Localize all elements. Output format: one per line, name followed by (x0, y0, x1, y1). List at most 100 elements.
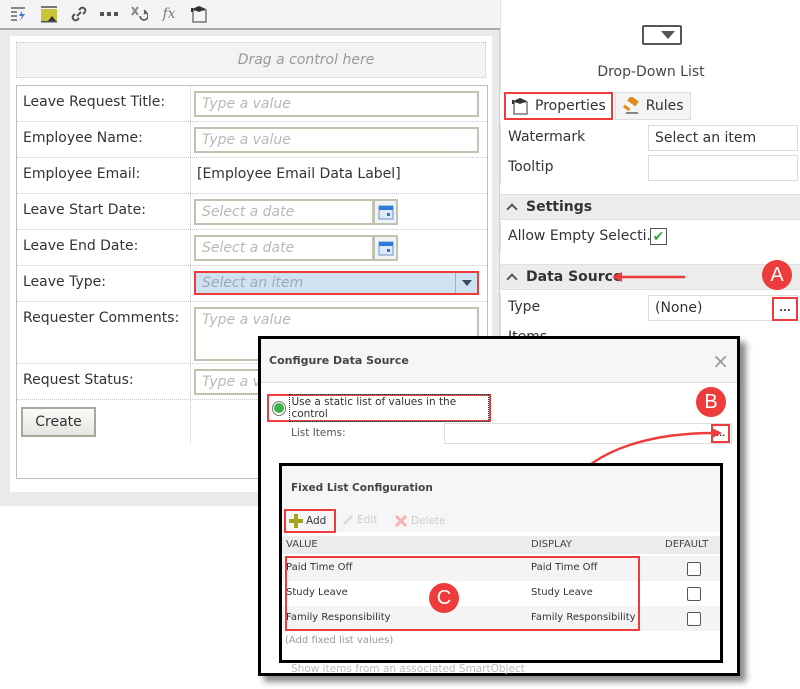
fixed-list-toolbar: Add Edit Delete (282, 504, 720, 533)
row-display: Study Leave (531, 587, 593, 598)
type-ellipsis-button[interactable]: ... (772, 297, 798, 321)
employee-name-input[interactable]: Type a value (194, 127, 479, 153)
section-title: Data Source (526, 269, 623, 285)
property-allow-empty-selection: Allow Empty Selecti... ✔ (500, 222, 800, 252)
field-label: Request Status: (23, 372, 134, 388)
static-list-radio[interactable] (272, 400, 287, 416)
table-lightning-icon[interactable] (8, 3, 30, 25)
row-value: Study Leave (286, 587, 348, 598)
field-label: Leave Start Date: (23, 202, 146, 218)
list-items-label: List Items: (291, 427, 346, 439)
default-checkbox[interactable] (687, 612, 701, 626)
row-value: Paid Time Off (286, 562, 353, 573)
tab-rules[interactable]: Rules (614, 92, 691, 120)
plus-icon (289, 514, 303, 528)
default-checkbox[interactable] (687, 587, 701, 601)
form-row-leave-end-date: Leave End Date: Select a date (17, 230, 487, 266)
annotation-badge-c: C (429, 583, 459, 613)
grid-body: Paid Time Off Paid Time Off Study Leave … (282, 554, 720, 632)
more-icon[interactable] (98, 3, 120, 25)
control-header: Drop-Down List (500, 0, 800, 92)
gavel-icon (622, 97, 639, 114)
calendar-icon[interactable] (374, 235, 398, 261)
column-header-default[interactable]: DEFAULT (665, 539, 708, 550)
tools-icon[interactable] (128, 3, 150, 25)
form-row-leave-start-date: Leave Start Date: Select a date (17, 194, 487, 230)
configure-data-source-dialog: Configure Data Source × Use a static lis… (258, 336, 740, 676)
section-title: Settings (526, 199, 593, 215)
leave-type-dropdown[interactable]: Select an item (194, 271, 479, 295)
add-button[interactable]: Add (284, 509, 336, 533)
property-label: Type (508, 299, 541, 315)
table-row[interactable]: Family Responsibility Family Responsibil… (282, 606, 720, 631)
tab-label: Rules (645, 98, 684, 114)
row-display: Paid Time Off (531, 562, 598, 573)
field-label: Employee Email: (23, 166, 141, 182)
add-label: Add (306, 515, 327, 527)
leave-end-date-input[interactable]: Select a date (194, 235, 374, 261)
edit-layout-icon[interactable] (38, 3, 60, 25)
row-display: Family Responsibility (531, 612, 636, 623)
create-button[interactable]: Create (21, 407, 96, 437)
property-label: Watermark (508, 129, 586, 145)
section-settings[interactable]: Settings (500, 194, 800, 220)
delete-x-icon (394, 514, 408, 528)
fixed-list-title: Fixed List Configuration (291, 482, 433, 494)
employee-email-data-label: [Employee Email Data Label] (197, 166, 401, 182)
field-label: Leave End Date: (23, 238, 139, 254)
tooltip-input[interactable] (648, 155, 798, 181)
dropdown-placeholder: Select an item (202, 275, 304, 291)
table-row[interactable]: Study Leave Study Leave (282, 581, 720, 606)
leave-request-title-input[interactable]: Type a value (194, 91, 479, 117)
field-label: Requester Comments: (23, 310, 180, 326)
drop-zone[interactable]: Drag a control here (16, 42, 486, 78)
close-icon[interactable]: × (712, 351, 729, 371)
chevron-down-icon[interactable] (455, 273, 477, 293)
link-icon[interactable] (68, 3, 90, 25)
add-fixed-values-hint[interactable]: (Add fixed list values) (285, 635, 393, 646)
column-header-value[interactable]: VALUE (286, 539, 318, 550)
calendar-icon[interactable] (374, 199, 398, 225)
control-type-title: Drop-Down List (597, 64, 705, 80)
designer-toolbar: fx (0, 0, 500, 30)
property-items: Items (500, 323, 800, 337)
form-row-employee-email: Employee Email: [Employee Email Data Lab… (17, 158, 487, 194)
default-checkbox[interactable] (687, 562, 701, 576)
property-label: Tooltip (508, 159, 554, 175)
grid-header: VALUE DISPLAY DEFAULT (282, 536, 720, 554)
allow-empty-checkbox[interactable]: ✔ (650, 228, 667, 245)
property-watermark: Watermark Select an item (500, 123, 800, 153)
tab-properties[interactable]: Properties (504, 92, 613, 120)
smartobject-option-label[interactable]: Show items from an associated SmartObjec… (291, 663, 525, 675)
field-label: Employee Name: (23, 130, 143, 146)
delete-button[interactable]: Delete (394, 514, 446, 528)
column-header-display[interactable]: DISPLAY (531, 539, 572, 550)
static-list-option[interactable]: Use a static list of values in the contr… (267, 394, 491, 422)
static-list-label[interactable]: Use a static list of values in the contr… (289, 394, 489, 422)
annotation-badge-a: A (762, 260, 792, 290)
annotation-arrow (612, 272, 685, 282)
chevron-up-icon (506, 273, 518, 285)
dialog-title: Configure Data Source (269, 354, 409, 367)
edit-button[interactable]: Edit (342, 514, 377, 526)
leave-start-date-input[interactable]: Select a date (194, 199, 374, 225)
pencil-icon (343, 515, 353, 525)
tab-label: Properties (535, 98, 606, 114)
field-label: Leave Type: (23, 274, 106, 290)
chevron-up-icon (506, 203, 518, 215)
annotation-badge-b: B (696, 387, 726, 417)
fixed-list-configuration: Fixed List Configuration Add Edit Delete… (279, 463, 723, 663)
form-row-leave-type: Leave Type: Select an item (17, 266, 487, 302)
row-value: Family Responsibility (286, 612, 391, 623)
panel-tabs: Properties Rules (504, 92, 691, 120)
fx-icon[interactable]: fx (158, 3, 180, 25)
form-row-leave-request-title: Leave Request Title: Type a value (17, 86, 487, 122)
properties-icon (512, 98, 528, 115)
watermark-input[interactable]: Select an item (648, 125, 798, 151)
properties-icon[interactable] (188, 3, 210, 25)
form-row-employee-name: Employee Name: Type a value (17, 122, 487, 158)
table-row[interactable]: Paid Time Off Paid Time Off (282, 556, 720, 581)
field-label: Leave Request Title: (23, 94, 166, 110)
drop-down-list-icon (642, 25, 682, 45)
property-tooltip: Tooltip (500, 153, 800, 183)
